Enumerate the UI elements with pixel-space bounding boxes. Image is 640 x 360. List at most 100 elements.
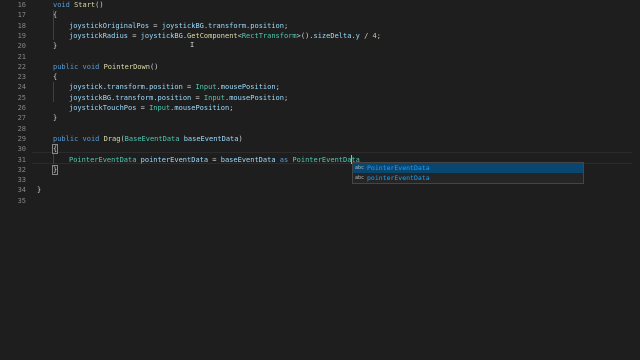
identifier: joystickBG bbox=[140, 31, 183, 40]
code-text: () bbox=[149, 62, 159, 71]
identifier: mousePosition bbox=[229, 93, 284, 102]
type-name: RectTransform bbox=[241, 31, 297, 40]
code-line: joystickBG.transform.position = Input.mo… bbox=[69, 93, 288, 103]
open-brace: { bbox=[51, 144, 59, 155]
autocomplete-suggest-widget[interactable]: abc PointerEventData abc pointerEventDat… bbox=[352, 162, 584, 184]
code-text: ; bbox=[284, 93, 289, 102]
text-suggestion-icon: abc bbox=[355, 165, 365, 171]
code-line: } bbox=[37, 185, 41, 195]
type-name: Input bbox=[203, 93, 225, 102]
line-number: 31 bbox=[17, 155, 26, 164]
parameter-name: baseEventData bbox=[183, 134, 239, 143]
line-number: 32 bbox=[17, 165, 26, 174]
keyword: public bbox=[53, 62, 79, 71]
code-line: void Start() bbox=[53, 0, 104, 10]
method-name: Drag bbox=[103, 134, 121, 143]
suggest-item-label: PointerEventData bbox=[367, 164, 430, 172]
code-text: ; bbox=[376, 31, 381, 40]
line-number: 25 bbox=[17, 93, 26, 102]
line-number: 18 bbox=[17, 21, 26, 30]
code-editor[interactable]: 16 17 18 19 20 21 22 23 24 25 26 27 28 2… bbox=[0, 0, 640, 360]
indent-guide bbox=[53, 82, 54, 102]
line-number: 27 bbox=[17, 114, 26, 123]
code-line: } bbox=[53, 113, 57, 123]
keyword: as bbox=[279, 155, 289, 164]
line-number: 23 bbox=[17, 73, 26, 82]
method-name: PointerDown bbox=[103, 62, 150, 71]
type-name: BaseEventData bbox=[124, 134, 180, 143]
keyword: void bbox=[82, 134, 100, 143]
code-line: joystickRadius = joystickBG.GetComponent… bbox=[69, 31, 381, 41]
code-text: = bbox=[136, 104, 150, 112]
close-brace: } bbox=[53, 42, 58, 51]
identifier: mousePosition bbox=[174, 104, 230, 112]
suggest-item[interactable]: abc PointerEventData bbox=[353, 163, 583, 173]
identifier: joystickRadius bbox=[69, 31, 129, 40]
line-number: 20 bbox=[17, 42, 26, 51]
open-brace: { bbox=[53, 11, 58, 20]
line-number: 19 bbox=[17, 31, 26, 40]
method-name: Start bbox=[74, 1, 96, 9]
line-number: 17 bbox=[17, 11, 26, 20]
code-line: PointerEventData pointerEventData = base… bbox=[69, 155, 360, 165]
keyword: public bbox=[53, 134, 79, 143]
code-line: { bbox=[53, 10, 57, 20]
identifier: transform bbox=[208, 21, 247, 30]
line-number: 21 bbox=[17, 52, 26, 61]
identifier: transform bbox=[106, 83, 145, 92]
code-line: { bbox=[51, 144, 59, 155]
indent-guide bbox=[53, 154, 54, 164]
identifier: transform bbox=[115, 93, 154, 102]
code-text: = bbox=[191, 93, 204, 102]
open-brace: { bbox=[53, 73, 58, 82]
identifier: joystickTouchPos bbox=[69, 104, 137, 112]
code-text: / bbox=[359, 31, 373, 40]
code-text: ; bbox=[275, 83, 280, 92]
line-number: 34 bbox=[17, 186, 26, 195]
code-text: = bbox=[149, 21, 162, 30]
code-line: public void Drag(BaseEventData baseEvent… bbox=[53, 134, 243, 144]
type-name: PointerEventData bbox=[69, 155, 137, 164]
code-text: = bbox=[208, 155, 221, 164]
identifier: joystick bbox=[69, 83, 103, 92]
code-text: = bbox=[182, 83, 196, 92]
code-text: >(). bbox=[296, 31, 314, 40]
close-brace: } bbox=[37, 186, 42, 195]
code-line: } bbox=[53, 41, 57, 51]
identifier: joystickBG bbox=[161, 21, 204, 30]
code-line: } bbox=[51, 164, 59, 175]
code-line: joystickOriginalPos = joystickBG.transfo… bbox=[69, 21, 288, 31]
line-number: 28 bbox=[17, 124, 26, 133]
code-text: ; bbox=[229, 104, 234, 112]
identifier: position bbox=[250, 21, 284, 30]
code-text: ; bbox=[283, 21, 289, 30]
type-name: Input bbox=[195, 83, 217, 92]
code-line: joystickTouchPos = Input.mousePosition; bbox=[69, 103, 233, 113]
line-number: 24 bbox=[17, 83, 26, 92]
code-line: { bbox=[53, 72, 57, 82]
identifier: mousePosition bbox=[220, 83, 276, 92]
identifier: joystickOriginalPos bbox=[69, 21, 150, 30]
identifier: sizeDelta bbox=[313, 31, 352, 40]
line-number: 35 bbox=[17, 196, 26, 205]
code-text: = bbox=[128, 31, 141, 40]
identifier: joystickBG bbox=[69, 93, 112, 102]
line-number: 26 bbox=[17, 104, 26, 112]
type-name: Input bbox=[149, 104, 171, 112]
method-name: GetComponent bbox=[187, 31, 238, 40]
ibeam-pointer-icon: I bbox=[190, 41, 195, 49]
identifier: pointerEventData bbox=[140, 155, 209, 164]
line-number: 22 bbox=[17, 62, 26, 71]
suggest-item[interactable]: abc pointerEventData bbox=[353, 173, 583, 183]
line-number: 30 bbox=[17, 145, 26, 154]
text-suggestion-icon: abc bbox=[355, 175, 365, 181]
identifier: position bbox=[157, 93, 192, 102]
close-brace: } bbox=[51, 164, 59, 175]
code-text: () bbox=[95, 1, 104, 9]
keyword: void bbox=[53, 1, 70, 9]
close-brace: } bbox=[53, 114, 58, 123]
keyword: void bbox=[82, 62, 100, 71]
suggest-item-label: pointerEventData bbox=[367, 174, 430, 182]
line-number: 29 bbox=[17, 134, 26, 143]
identifier: baseEventData bbox=[220, 155, 276, 164]
